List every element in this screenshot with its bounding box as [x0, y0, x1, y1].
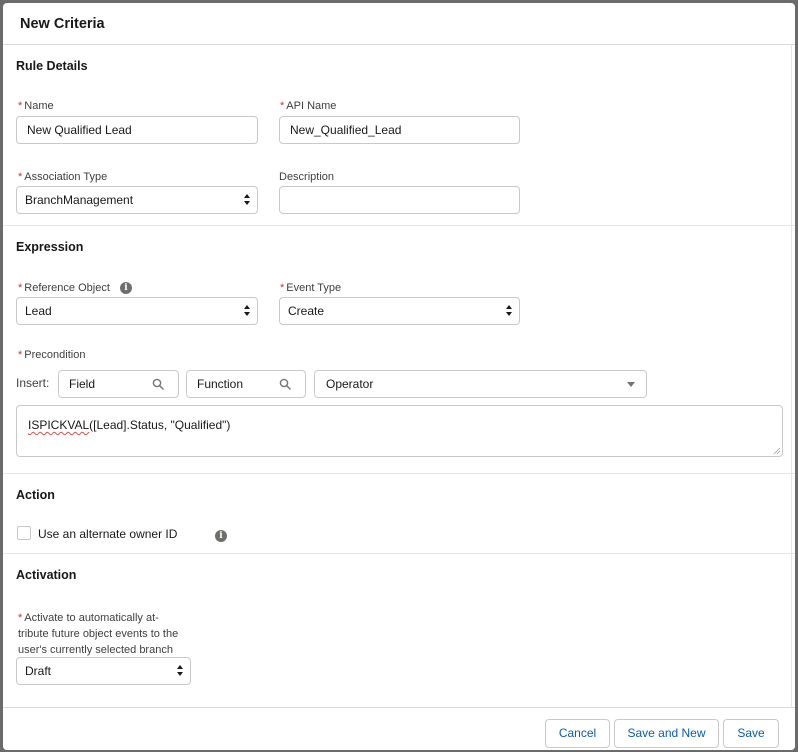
- event-type-label: * Event Type: [280, 282, 342, 294]
- section-title-activation: Activation: [16, 568, 77, 582]
- info-icon[interactable]: i: [215, 530, 227, 542]
- activation-label: * Activate to automatically at- tribute f…: [18, 612, 179, 656]
- modal-footer: Cancel Save and New Save: [3, 707, 795, 750]
- formula-args-text: ([Lead].Status, "Qualified"): [89, 418, 231, 432]
- required-marker: *: [18, 282, 23, 294]
- description-input[interactable]: [279, 186, 520, 214]
- section-divider: [3, 225, 795, 226]
- up-down-chevron-icon: [177, 664, 183, 678]
- api-name-input[interactable]: [279, 116, 520, 144]
- section-divider: [3, 473, 795, 474]
- function-search-label: Function: [197, 377, 244, 391]
- search-icon: [279, 378, 291, 390]
- formula-function-text: ISPICKVAL: [28, 418, 90, 432]
- modal-title: New Criteria: [20, 16, 105, 32]
- insert-label: Insert:: [16, 376, 50, 390]
- alternate-owner-label: Use an alternate owner ID: [38, 527, 178, 541]
- save-button[interactable]: Save: [723, 719, 779, 748]
- api-name-label: * API Name: [280, 100, 337, 112]
- association-type-value: BranchManagement: [25, 193, 134, 207]
- search-icon: [152, 378, 164, 390]
- event-type-select[interactable]: Create: [279, 297, 520, 325]
- save-and-new-button[interactable]: Save and New: [614, 719, 719, 748]
- operator-dropdown[interactable]: Operator: [314, 370, 647, 398]
- section-title-rule-details: Rule Details: [16, 59, 88, 73]
- chevron-down-icon: [627, 382, 635, 387]
- function-search[interactable]: Function: [186, 370, 306, 398]
- operator-dropdown-label: Operator: [326, 377, 374, 391]
- association-type-select[interactable]: BranchManagement: [16, 186, 258, 214]
- required-marker: *: [18, 612, 23, 624]
- reference-object-select[interactable]: Lead: [16, 297, 258, 325]
- new-criteria-modal: New Criteria Rule Details *Name *API Nam…: [3, 3, 795, 750]
- cancel-button[interactable]: Cancel: [545, 719, 610, 748]
- scrollbar-track: [791, 45, 792, 707]
- up-down-chevron-icon: [244, 193, 250, 207]
- name-label: * Name: [18, 100, 54, 112]
- field-search-label: Field: [69, 377, 96, 391]
- up-down-chevron-icon: [506, 304, 512, 318]
- event-type-value: Create: [288, 304, 325, 318]
- required-marker: *: [18, 349, 23, 361]
- precondition-label: * Precondition: [18, 349, 86, 361]
- resize-grip-icon[interactable]: [773, 447, 780, 454]
- modal-header: New Criteria: [3, 3, 795, 45]
- field-search[interactable]: Field: [58, 370, 179, 398]
- section-divider: [3, 553, 795, 554]
- association-type-label: * Association Type: [18, 171, 108, 183]
- up-down-chevron-icon: [244, 304, 250, 318]
- info-icon[interactable]: i: [120, 282, 132, 294]
- activation-status-value: Draft: [25, 664, 52, 678]
- description-label: Description: [279, 171, 335, 183]
- reference-object-value: Lead: [25, 304, 52, 318]
- precondition-formula-textarea[interactable]: ISPICKVAL([Lead].Status, "Qualified"): [16, 405, 783, 457]
- section-title-action: Action: [16, 488, 55, 502]
- required-marker: *: [18, 171, 23, 183]
- name-input[interactable]: [16, 116, 258, 144]
- required-marker: *: [280, 282, 285, 294]
- required-marker: *: [18, 100, 23, 112]
- reference-object-label: * Reference Object: [18, 282, 110, 294]
- required-marker: *: [280, 100, 285, 112]
- alternate-owner-checkbox[interactable]: [17, 526, 31, 540]
- activation-status-select[interactable]: Draft: [16, 657, 191, 685]
- section-title-expression: Expression: [16, 240, 84, 254]
